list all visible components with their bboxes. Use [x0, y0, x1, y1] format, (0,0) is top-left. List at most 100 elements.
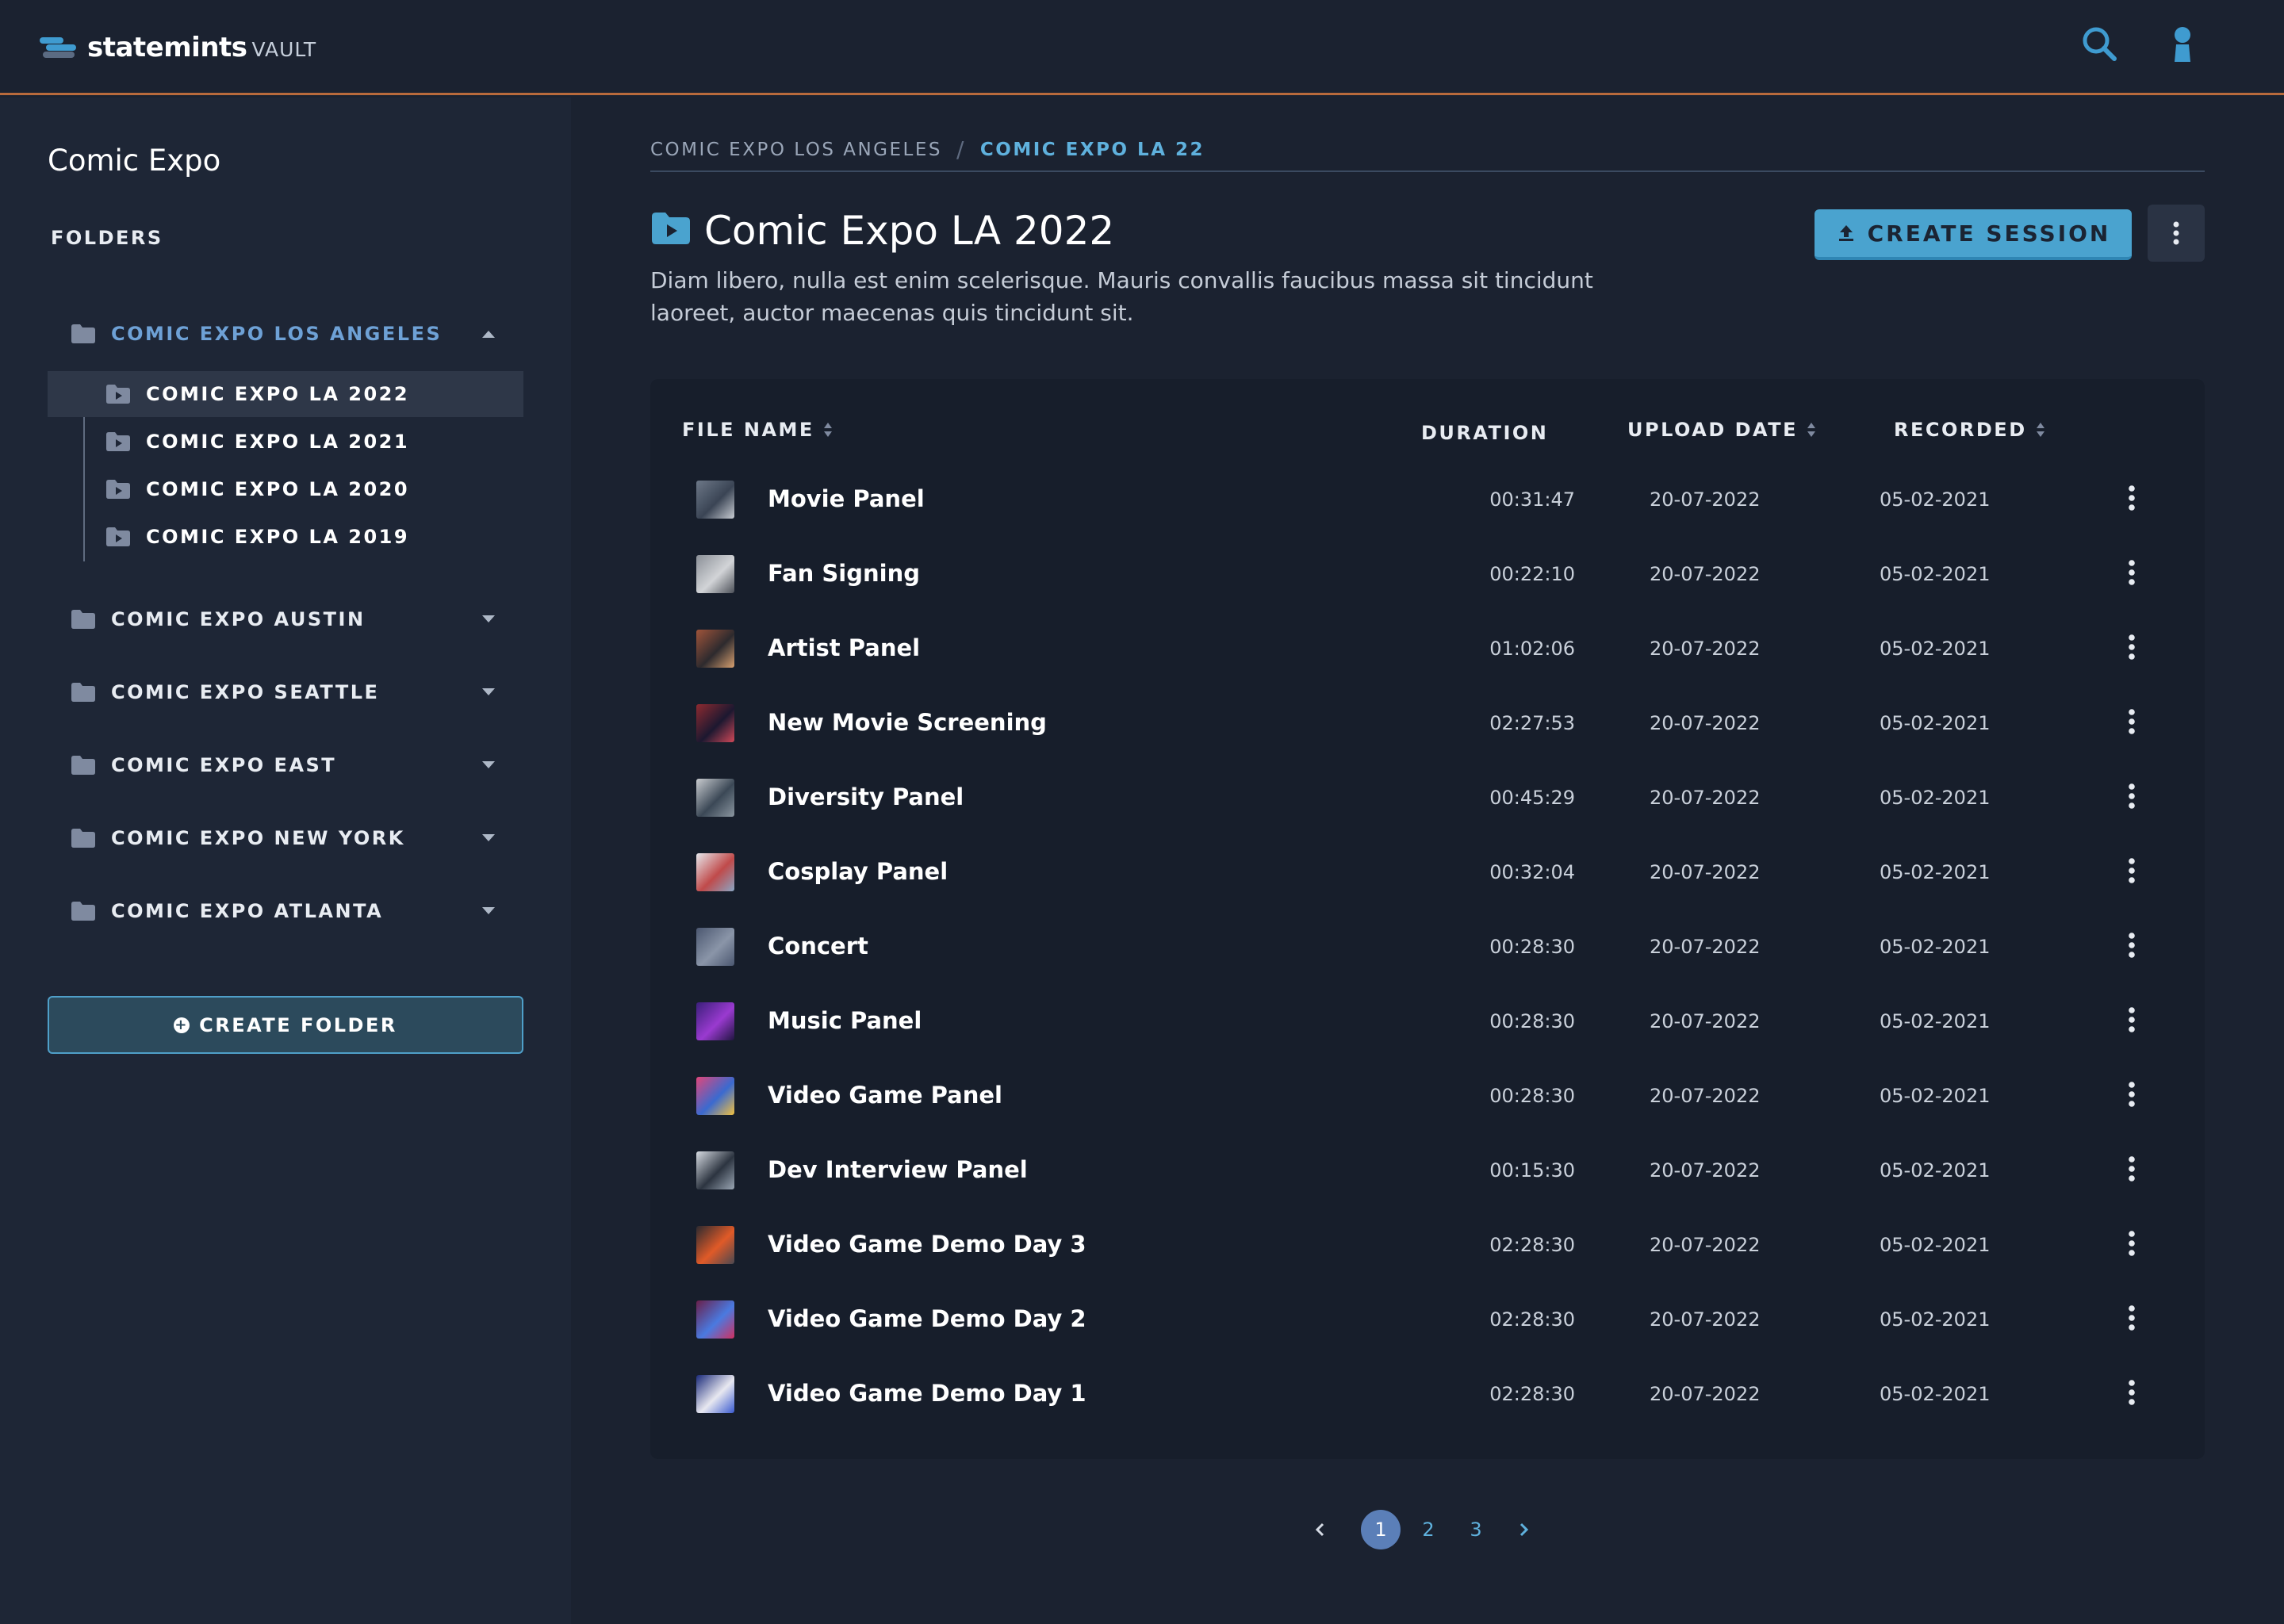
video-thumbnail[interactable] [696, 928, 734, 966]
row-menu-kebab-icon[interactable] [2124, 1229, 2140, 1258]
file-name[interactable]: Music Panel [768, 1007, 922, 1034]
row-menu-kebab-icon[interactable] [2124, 558, 2140, 587]
recorded-cell: 05-02-2021 [1880, 1159, 1991, 1182]
row-menu-kebab-icon[interactable] [2124, 484, 2140, 512]
video-thumbnail[interactable] [696, 481, 734, 519]
video-thumbnail[interactable] [696, 630, 734, 668]
folder-new-york[interactable]: COMIC EXPO NEW YORK [48, 816, 523, 860]
header-upload-date[interactable]: UPLOAD DATE [1627, 419, 1817, 441]
chevron-down-icon[interactable] [481, 760, 496, 771]
table-row[interactable]: Diversity Panel 00:45:29 20-07-2022 05-02-2… [650, 760, 2205, 834]
row-menu-kebab-icon[interactable] [2124, 1005, 2140, 1034]
file-name[interactable]: Artist Panel [768, 634, 920, 661]
video-thumbnail[interactable] [696, 1300, 734, 1339]
folder-east[interactable]: COMIC EXPO EAST [48, 743, 523, 787]
subfolder-la-2022[interactable]: COMIC EXPO LA 2022 [48, 371, 523, 417]
table-row[interactable]: Movie Panel 00:31:47 20-07-2022 05-02-2021 [650, 462, 2205, 536]
prev-page-button[interactable] [1301, 1510, 1340, 1549]
subfolder-la-2020[interactable]: COMIC EXPO LA 2020 [48, 466, 523, 512]
table-row[interactable]: Cosplay Panel 00:32:04 20-07-2022 05-02-202… [650, 834, 2205, 909]
table-row[interactable]: Video Game Demo Day 1 02:28:30 20-07-2022 0… [650, 1356, 2205, 1431]
chevron-down-icon[interactable] [481, 906, 496, 917]
duration-cell: 02:28:30 [1489, 1234, 1575, 1256]
folders-label: FOLDERS [51, 227, 163, 249]
folder-icon [71, 324, 95, 343]
row-menu-kebab-icon[interactable] [2124, 633, 2140, 661]
file-name[interactable]: Video Game Demo Day 1 [768, 1380, 1086, 1407]
file-name[interactable]: Video Game Panel [768, 1082, 1002, 1109]
breadcrumb-current[interactable]: COMIC EXPO LA 22 [980, 140, 1205, 160]
folder-icon [71, 902, 95, 921]
file-name[interactable]: Dev Interview Panel [768, 1156, 1028, 1183]
header-recorded[interactable]: RECORDED [1894, 419, 2046, 441]
create-folder-button[interactable]: + CREATE FOLDER [48, 996, 523, 1054]
file-name[interactable]: New Movie Screening [768, 709, 1047, 736]
row-menu-kebab-icon[interactable] [2124, 782, 2140, 810]
chevron-up-icon[interactable] [481, 328, 496, 339]
file-name[interactable]: Video Game Demo Day 2 [768, 1305, 1086, 1332]
header-upload-date-label: UPLOAD DATE [1627, 419, 1799, 441]
duration-cell: 00:22:10 [1489, 563, 1575, 585]
table-row[interactable]: Concert 00:28:30 20-07-2022 05-02-2021 [650, 909, 2205, 983]
recorded-cell: 05-02-2021 [1880, 1383, 1991, 1405]
video-thumbnail[interactable] [696, 1226, 734, 1264]
folder-icon [71, 756, 95, 775]
breadcrumb-parent[interactable]: COMIC EXPO LOS ANGELES [650, 140, 942, 160]
video-thumbnail[interactable] [696, 1151, 734, 1189]
folder-atlanta[interactable]: COMIC EXPO ATLANTA [48, 889, 523, 933]
file-name[interactable]: Fan Signing [768, 560, 920, 587]
row-menu-kebab-icon[interactable] [2124, 931, 2140, 959]
folder-seattle[interactable]: COMIC EXPO SEATTLE [48, 670, 523, 714]
chevron-down-icon[interactable] [481, 614, 496, 625]
row-menu-kebab-icon[interactable] [2124, 856, 2140, 885]
video-thumbnail[interactable] [696, 1077, 734, 1115]
page-button-3[interactable]: 3 [1456, 1510, 1496, 1549]
table-row[interactable]: Video Game Panel 00:28:30 20-07-2022 05-02-… [650, 1058, 2205, 1132]
file-name[interactable]: Movie Panel [768, 485, 925, 512]
more-options-button[interactable] [2148, 205, 2205, 262]
row-menu-kebab-icon[interactable] [2124, 707, 2140, 736]
table-row[interactable]: Fan Signing 00:22:10 20-07-2022 05-02-2021 [650, 536, 2205, 611]
folder-label: COMIC EXPO NEW YORK [111, 827, 405, 849]
chevron-down-icon[interactable] [481, 833, 496, 844]
recorded-cell: 05-02-2021 [1880, 1308, 1991, 1331]
header-duration: DURATION [1421, 422, 1548, 444]
file-name[interactable]: Video Game Demo Day 3 [768, 1231, 1086, 1258]
table-row[interactable]: New Movie Screening 02:27:53 20-07-2022 05-… [650, 685, 2205, 760]
row-menu-kebab-icon[interactable] [2124, 1155, 2140, 1183]
video-thumbnail[interactable] [696, 1375, 734, 1413]
video-thumbnail[interactable] [696, 853, 734, 891]
table-row[interactable]: Video Game Demo Day 2 02:28:30 20-07-2022 0… [650, 1281, 2205, 1356]
row-menu-kebab-icon[interactable] [2124, 1080, 2140, 1109]
row-menu-kebab-icon[interactable] [2124, 1304, 2140, 1332]
file-name[interactable]: Concert [768, 933, 868, 959]
subfolder-la-2019[interactable]: COMIC EXPO LA 2019 [48, 514, 523, 560]
sidebar-title: Comic Expo [48, 144, 221, 178]
table-row[interactable]: Music Panel 00:28:30 20-07-2022 05-02-2021 [650, 983, 2205, 1058]
video-thumbnail[interactable] [696, 555, 734, 593]
folder-los-angeles[interactable]: COMIC EXPO LOS ANGELES [48, 312, 523, 356]
brand-sub: VAULT [251, 37, 317, 61]
create-session-button[interactable]: CREATE SESSION [1815, 209, 2132, 260]
video-thumbnail[interactable] [696, 704, 734, 742]
file-name[interactable]: Cosplay Panel [768, 858, 948, 885]
search-button[interactable] [2078, 22, 2122, 67]
header-file-name[interactable]: FILE NAME [682, 419, 834, 441]
page-button-1[interactable]: 1 [1361, 1510, 1401, 1549]
subfolder-la-2021[interactable]: COMIC EXPO LA 2021 [48, 419, 523, 465]
table-row[interactable]: Dev Interview Panel 00:15:30 20-07-2022 05-… [650, 1132, 2205, 1207]
folder-austin[interactable]: COMIC EXPO AUSTIN [48, 597, 523, 642]
table-row[interactable]: Video Game Demo Day 3 02:28:30 20-07-2022 0… [650, 1207, 2205, 1281]
logo[interactable]: statemints VAULT [40, 29, 316, 67]
file-name[interactable]: Diversity Panel [768, 783, 964, 810]
table-row[interactable]: Artist Panel 01:02:06 20-07-2022 05-02-2021 [650, 611, 2205, 685]
video-thumbnail[interactable] [696, 779, 734, 817]
user-button[interactable] [2160, 22, 2205, 67]
row-menu-kebab-icon[interactable] [2124, 1378, 2140, 1407]
page-button-2[interactable]: 2 [1408, 1510, 1448, 1549]
upload-date-cell: 20-07-2022 [1650, 1234, 1761, 1256]
breadcrumb-divider [650, 170, 2205, 172]
chevron-down-icon[interactable] [481, 687, 496, 698]
next-page-button[interactable] [1504, 1510, 1543, 1549]
video-thumbnail[interactable] [696, 1002, 734, 1040]
